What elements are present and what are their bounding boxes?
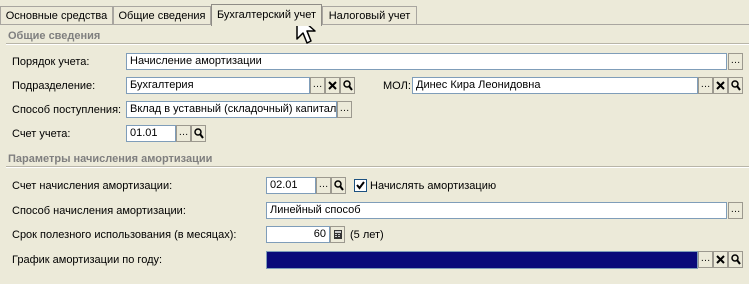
account-select-button[interactable]: … <box>176 125 191 142</box>
method-field[interactable]: Линейный способ <box>266 202 727 219</box>
ellipsis-icon: … <box>700 253 711 264</box>
accrue-depreciation-checkbox[interactable] <box>354 179 367 192</box>
schedule-label: График амортизации по году: <box>12 254 163 266</box>
tab-general-info[interactable]: Общие сведения <box>113 6 211 24</box>
tab-accounting[interactable]: Бухгалтерский учет <box>211 4 322 26</box>
schedule-field[interactable] <box>266 251 698 269</box>
section-depreciation-title: Параметры начисления амортизации <box>8 153 213 165</box>
tab-panel: Общие сведения Порядок учета: Начисление… <box>0 25 749 284</box>
mol-select-button[interactable]: … <box>698 77 713 94</box>
department-field[interactable]: Бухгалтерия <box>126 77 310 94</box>
section-general-divider-highlight <box>6 44 749 45</box>
useful-life-years-label: (5 лет) <box>350 229 384 241</box>
schedule-clear-button[interactable] <box>713 251 728 268</box>
department-label: Подразделение: <box>12 80 96 92</box>
useful-life-label: Срок полезного использования (в месяцах)… <box>12 229 237 241</box>
tab-tax-accounting[interactable]: Налоговый учет <box>322 6 417 24</box>
tab-main-assets[interactable]: Основные средства <box>0 6 113 24</box>
ellipsis-icon: … <box>730 55 741 66</box>
clear-x-icon <box>716 255 725 264</box>
account-field[interactable]: 01.01 <box>126 125 176 142</box>
useful-life-calculator-button[interactable] <box>330 226 345 243</box>
mol-label: МОЛ: <box>383 80 411 92</box>
clear-x-icon <box>328 81 337 90</box>
magnifier-icon <box>343 80 353 91</box>
department-select-button[interactable]: … <box>310 77 325 94</box>
method-select-button[interactable]: … <box>728 202 743 219</box>
magnifier-icon <box>334 180 344 191</box>
accrue-depreciation-label[interactable]: Начислять амортизацию <box>370 180 496 192</box>
magnifier-icon <box>731 254 741 265</box>
method-label: Способ начисления амортизации: <box>12 205 186 217</box>
order-select-button[interactable]: … <box>728 53 743 70</box>
checkmark-icon <box>356 181 365 190</box>
order-field[interactable]: Начисление амортизации <box>126 53 727 70</box>
account-label: Счет учета: <box>12 128 71 140</box>
magnifier-icon <box>194 128 204 139</box>
ellipsis-icon: … <box>730 204 741 215</box>
department-open-button[interactable] <box>340 77 355 94</box>
dep-account-label: Счет начисления амортизации: <box>12 180 173 192</box>
magnifier-icon <box>731 80 741 91</box>
department-clear-button[interactable] <box>325 77 340 94</box>
ellipsis-icon: … <box>178 127 189 138</box>
dep-account-field[interactable]: 02.01 <box>266 177 316 194</box>
ellipsis-icon: … <box>312 79 323 90</box>
clear-x-icon <box>716 81 725 90</box>
receipt-label: Способ поступления: <box>12 104 122 116</box>
ellipsis-icon: … <box>700 79 711 90</box>
receipt-select-button[interactable]: … <box>337 101 352 118</box>
section-depreciation-divider-highlight <box>6 167 749 168</box>
section-general-title: Общие сведения <box>8 30 101 42</box>
mol-field[interactable]: Динес Кира Леонидовна <box>412 77 698 94</box>
dep-account-open-button[interactable] <box>331 177 346 194</box>
mol-clear-button[interactable] <box>713 77 728 94</box>
receipt-field[interactable]: Вклад в уставный (складочный) капитал <box>126 101 337 118</box>
ellipsis-icon: … <box>339 103 350 114</box>
ellipsis-icon: … <box>318 179 329 190</box>
schedule-open-button[interactable] <box>728 251 743 268</box>
mol-open-button[interactable] <box>728 77 743 94</box>
useful-life-field[interactable]: 60 <box>266 226 330 243</box>
tab-strip: Основные средства Общие сведения Бухгалт… <box>0 0 749 26</box>
schedule-select-button[interactable]: … <box>698 251 713 268</box>
order-label: Порядок учета: <box>12 56 90 68</box>
account-open-button[interactable] <box>191 125 206 142</box>
dep-account-select-button[interactable]: … <box>316 177 331 194</box>
calculator-icon <box>334 230 342 239</box>
